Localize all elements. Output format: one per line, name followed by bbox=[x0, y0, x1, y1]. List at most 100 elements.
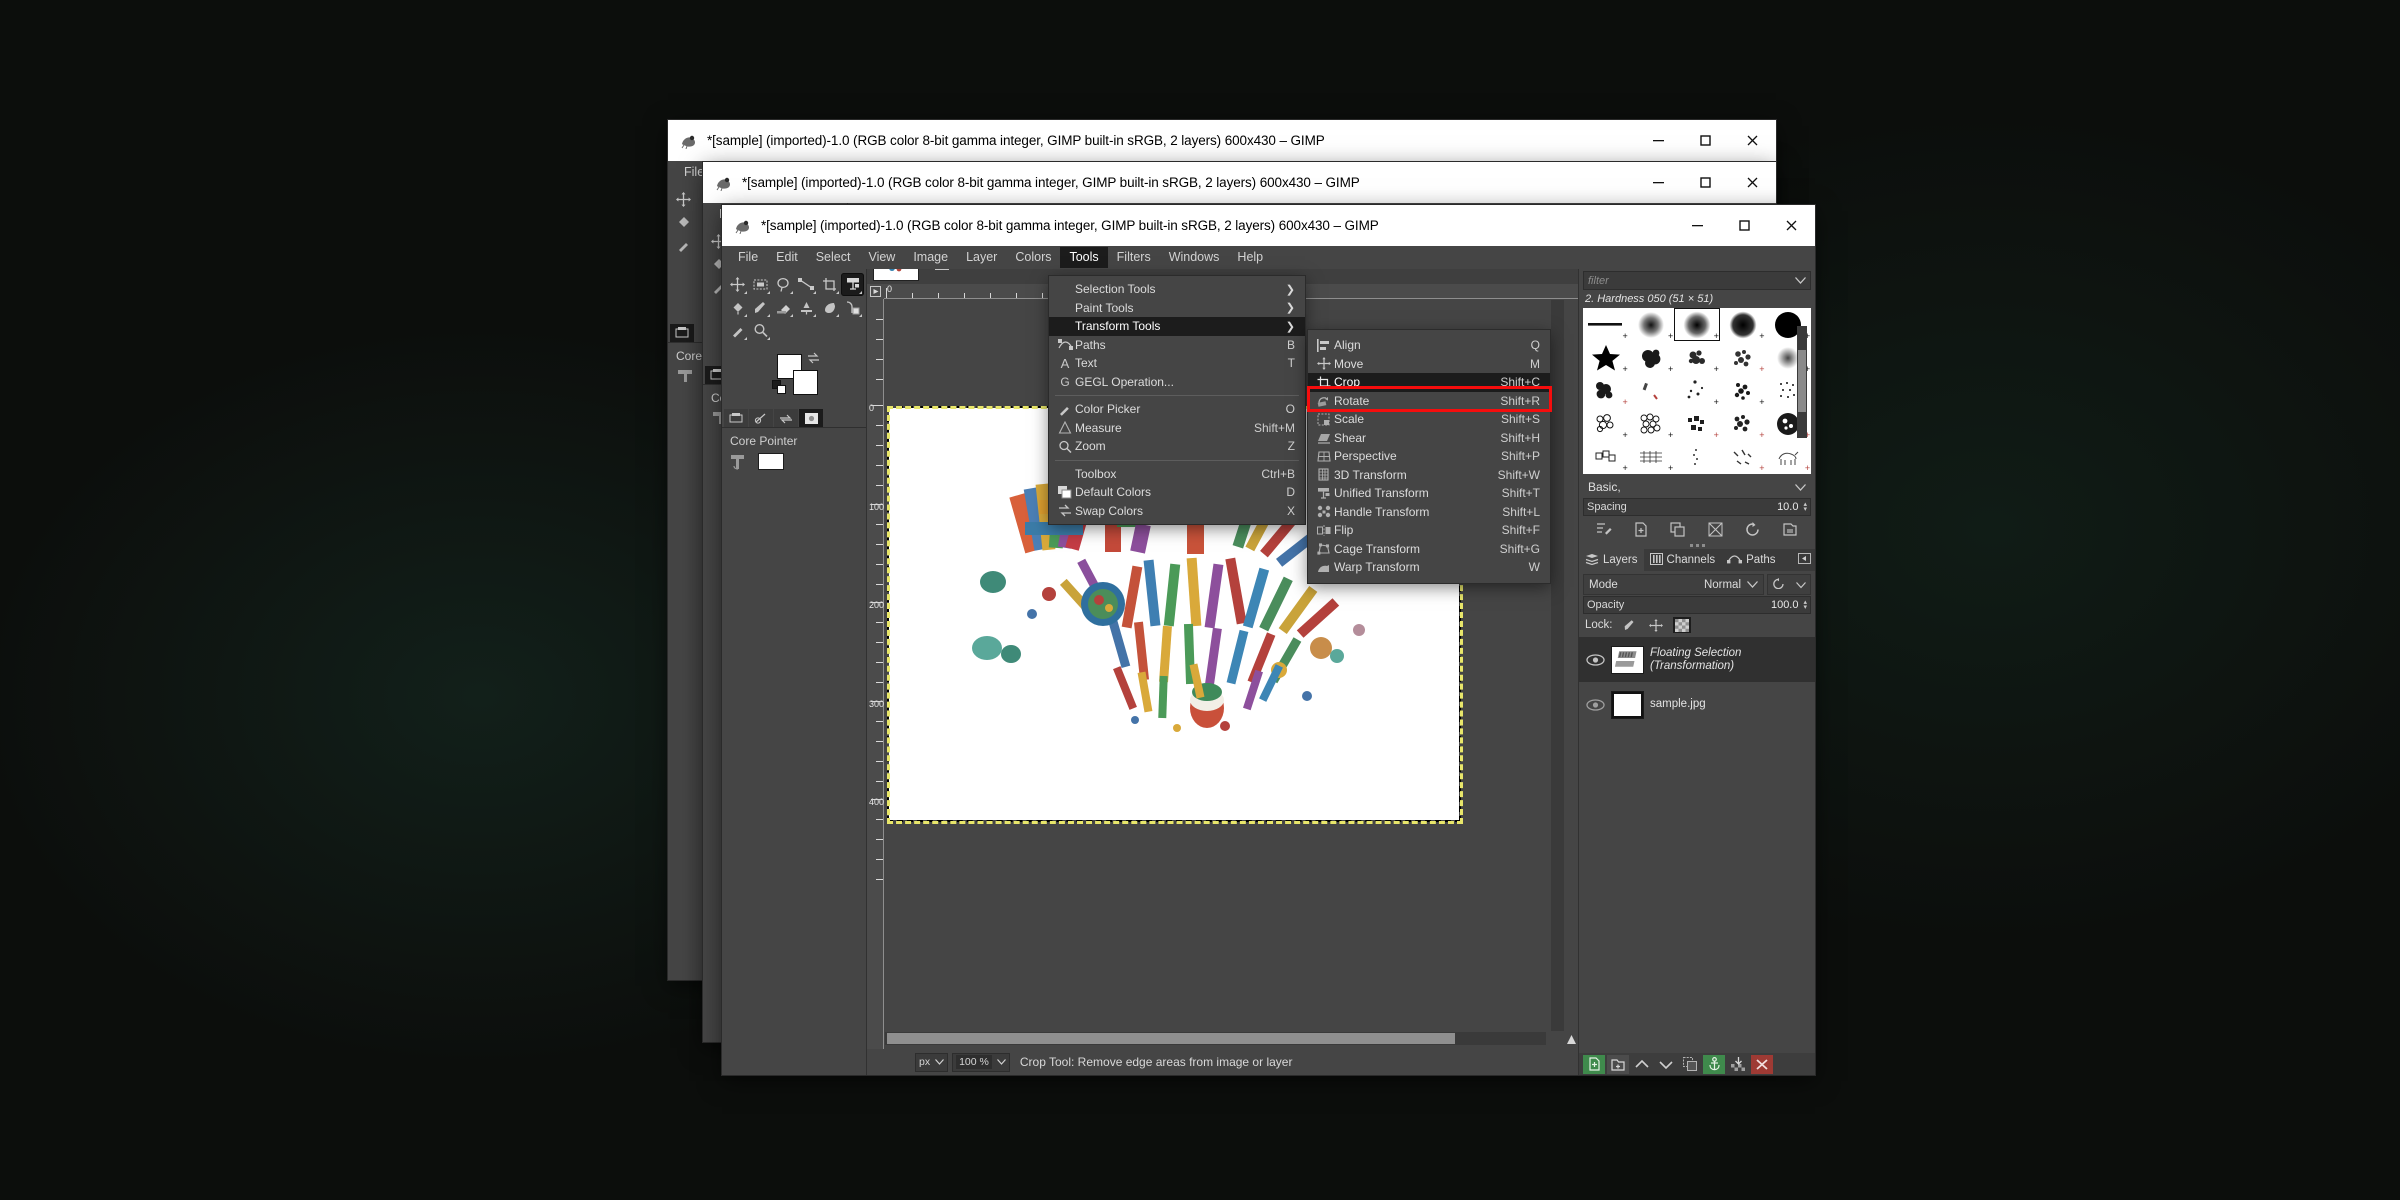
titlebar-front[interactable]: *[sample] (imported)-1.0 (RGB color 8-bi… bbox=[722, 205, 1815, 246]
brush-item[interactable]: + bbox=[1674, 407, 1720, 440]
layer-row-sample[interactable]: sample.jpg bbox=[1579, 682, 1815, 727]
spinner-arrows[interactable]: ▴ ▾ bbox=[1803, 599, 1807, 611]
duplicate-brush-icon[interactable] bbox=[1668, 519, 1688, 539]
tool-picker-back[interactable] bbox=[672, 234, 695, 257]
menu-item-color-picker[interactable]: Color Picker O bbox=[1049, 400, 1305, 419]
brush-spacing-row[interactable]: Spacing 10.0 ▴ ▾ bbox=[1583, 498, 1811, 516]
tool-free-select[interactable] bbox=[772, 273, 795, 296]
menu-item-selection-tools[interactable]: Selection Tools ❯ bbox=[1049, 280, 1305, 299]
canvas-horizontal-scrollbar[interactable] bbox=[885, 1032, 1546, 1045]
layer-name[interactable]: Floating Selection (Transformation) bbox=[1650, 647, 1741, 673]
layers-list[interactable]: Floating Selection (Transformation) samp… bbox=[1579, 637, 1815, 727]
brush-item[interactable]: + bbox=[1583, 341, 1629, 374]
layers-dock-tabs[interactable]: Layers Channels Paths bbox=[1579, 549, 1815, 571]
menu-item-warp-transform[interactable]: Warp Transform W bbox=[1308, 558, 1550, 577]
lock-position-icon[interactable] bbox=[1647, 617, 1665, 633]
layer-row-floating-selection[interactable]: Floating Selection (Transformation) bbox=[1579, 637, 1815, 682]
menu-item-scale[interactable]: Scale Shift+S bbox=[1308, 410, 1550, 429]
brush-item[interactable] bbox=[1629, 473, 1675, 474]
layer-name[interactable]: sample.jpg bbox=[1650, 698, 1706, 711]
tools-menu[interactable]: Selection Tools ❯ Paint Tools ❯ Transfor… bbox=[1049, 276, 1305, 524]
layer-visibility-toggle[interactable] bbox=[1585, 653, 1605, 666]
menu-item-swap-colors[interactable]: Swap Colors X bbox=[1049, 502, 1305, 521]
navigation-preview-button[interactable] bbox=[1564, 1032, 1578, 1047]
menu-item-unified-transform[interactable]: Unified Transform Shift+T bbox=[1308, 484, 1550, 503]
pointer-tab[interactable] bbox=[774, 409, 798, 427]
menu-item-edit[interactable]: Edit bbox=[767, 247, 807, 268]
menu-item-tools[interactable]: Tools bbox=[1060, 247, 1108, 268]
brush-filter-input[interactable]: filter bbox=[1583, 271, 1811, 290]
tool-options-tab-back[interactable] bbox=[670, 324, 694, 342]
titlebar-back[interactable]: *[sample] (imported)-1.0 (RGB color 8-bi… bbox=[668, 120, 1776, 161]
brush-item[interactable]: + bbox=[1720, 374, 1766, 407]
maximize-button[interactable] bbox=[1682, 120, 1729, 161]
ruler-origin-button[interactable] bbox=[867, 284, 884, 299]
brush-item-selected[interactable]: + bbox=[1674, 308, 1720, 341]
menu-item-gegl-operation[interactable]: G GEGL Operation... bbox=[1049, 373, 1305, 392]
chevron-down-icon[interactable] bbox=[1795, 275, 1806, 287]
vertical-ruler[interactable]: 0 100 200 300 400 bbox=[867, 299, 884, 1049]
tool-bucket-fill[interactable] bbox=[726, 296, 749, 319]
anchor-layer-button[interactable] bbox=[1703, 1054, 1725, 1074]
tool-move[interactable] bbox=[726, 273, 749, 296]
brush-item[interactable] bbox=[1720, 473, 1766, 474]
menubar[interactable]: File Edit Select View Image Layer Colors… bbox=[722, 246, 1815, 269]
layer-opacity-row[interactable]: Opacity 100.0 ▴ ▾ bbox=[1583, 596, 1811, 614]
maximize-button[interactable] bbox=[1682, 162, 1729, 203]
delete-layer-button[interactable] bbox=[1751, 1054, 1773, 1074]
tool-grid-front[interactable] bbox=[722, 269, 866, 342]
tab-channels[interactable]: Channels bbox=[1644, 549, 1722, 571]
background-color-swatch[interactable] bbox=[793, 370, 818, 395]
menu-item-file[interactable]: File bbox=[729, 247, 767, 268]
tool-move-back[interactable] bbox=[672, 188, 695, 211]
new-brush-icon[interactable] bbox=[1631, 519, 1651, 539]
brush-item[interactable]: + bbox=[1629, 440, 1675, 473]
canvas-vertical-scrollbar[interactable] bbox=[1551, 300, 1564, 1031]
menu-item-flip[interactable]: Flip Shift+F bbox=[1308, 521, 1550, 540]
tool-smudge[interactable] bbox=[795, 296, 818, 319]
tab-paths[interactable]: Paths bbox=[1721, 549, 1781, 571]
menu-item-help[interactable]: Help bbox=[1228, 247, 1272, 268]
zoom-selector[interactable]: 100 % bbox=[952, 1052, 1010, 1072]
device-color-swatch[interactable] bbox=[758, 453, 784, 470]
menu-item-move[interactable]: Move M bbox=[1308, 355, 1550, 374]
menu-item-zoom[interactable]: Zoom Z bbox=[1049, 437, 1305, 456]
opacity-value[interactable]: 100.0 bbox=[1771, 599, 1799, 611]
brush-item[interactable]: + bbox=[1583, 374, 1629, 407]
minimize-button[interactable] bbox=[1674, 205, 1721, 246]
brush-item[interactable]: + bbox=[1629, 308, 1675, 341]
menu-item-3d-transform[interactable]: 3D Transform Shift+W bbox=[1308, 466, 1550, 485]
window-controls-middle[interactable] bbox=[1635, 162, 1776, 203]
maximize-button[interactable] bbox=[1721, 205, 1768, 246]
delete-brush-icon[interactable] bbox=[1706, 519, 1726, 539]
menu-item-toolbox[interactable]: Toolbox Ctrl+B bbox=[1049, 465, 1305, 484]
brush-item[interactable]: + bbox=[1765, 440, 1811, 473]
lock-alpha-icon[interactable] bbox=[1672, 617, 1691, 633]
menu-item-cage-transform[interactable]: Cage Transform Shift+G bbox=[1308, 540, 1550, 559]
brush-item[interactable]: + bbox=[1674, 341, 1720, 374]
tool-paths[interactable] bbox=[795, 273, 818, 296]
new-layer-group-button[interactable] bbox=[1607, 1054, 1629, 1074]
lower-layer-button[interactable] bbox=[1655, 1055, 1677, 1074]
brush-item[interactable]: + bbox=[1720, 341, 1766, 374]
tool-bucket-back[interactable] bbox=[672, 211, 695, 234]
menu-item-crop[interactable]: Crop Shift+C bbox=[1308, 373, 1550, 392]
brush-item[interactable]: + bbox=[1583, 308, 1629, 341]
layer-mode-row[interactable]: Mode Normal bbox=[1583, 574, 1811, 595]
menu-item-shear[interactable]: Shear Shift+H bbox=[1308, 429, 1550, 448]
dock-resize-grip[interactable] bbox=[1579, 542, 1815, 549]
menu-item-default-colors[interactable]: Default Colors D bbox=[1049, 483, 1305, 502]
brush-item[interactable] bbox=[1674, 440, 1720, 473]
brush-item[interactable] bbox=[1765, 473, 1811, 474]
layer-lock-row[interactable]: Lock: bbox=[1579, 614, 1815, 635]
menu-item-transform-tools[interactable]: Transform Tools ❯ bbox=[1049, 317, 1305, 336]
transform-tools-submenu[interactable]: Align Q Move M Crop Shift+C Rotate Shift… bbox=[1308, 330, 1550, 583]
tool-unified-transform[interactable] bbox=[841, 273, 864, 296]
close-button[interactable] bbox=[1729, 162, 1776, 203]
menu-item-colors[interactable]: Colors bbox=[1006, 247, 1060, 268]
color-swatches[interactable] bbox=[722, 352, 866, 404]
tool-crop[interactable] bbox=[818, 273, 841, 296]
edit-brush-icon[interactable] bbox=[1594, 519, 1614, 539]
tool-zoom[interactable] bbox=[749, 319, 772, 342]
menu-item-handle-transform[interactable]: Handle Transform Shift+L bbox=[1308, 503, 1550, 522]
